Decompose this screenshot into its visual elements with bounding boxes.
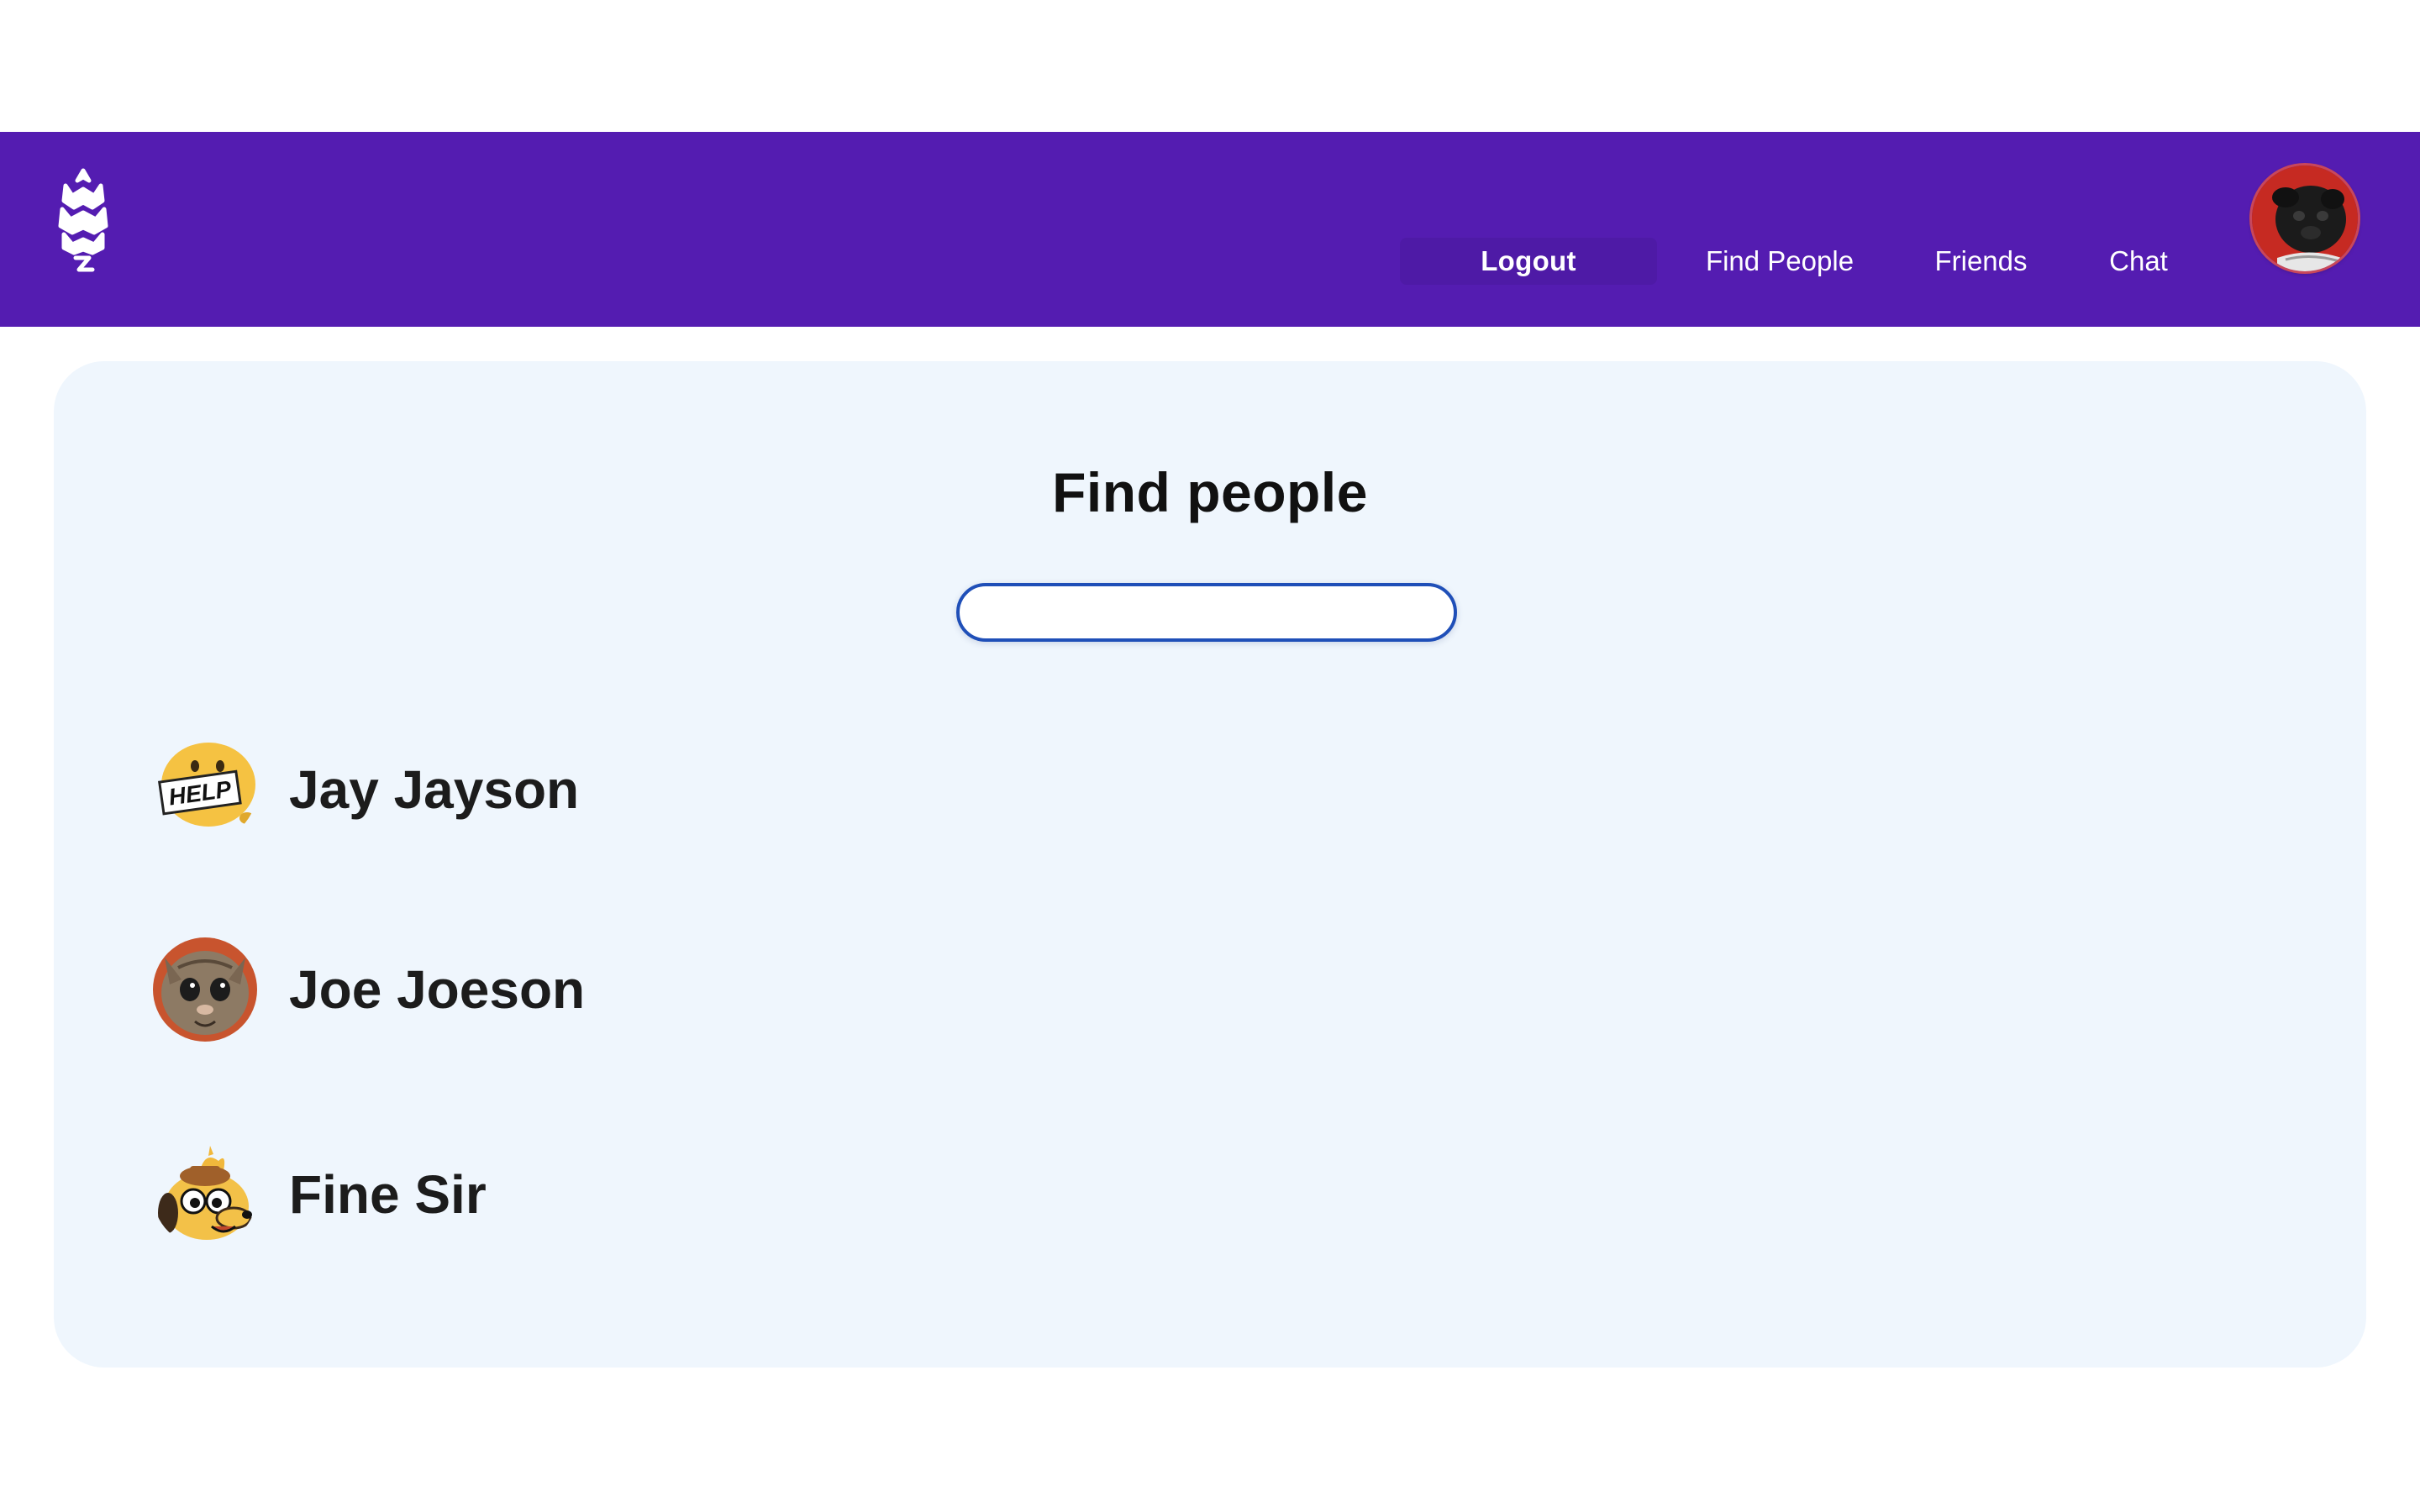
page-title: Find people bbox=[1052, 461, 1368, 523]
dog-this-is-fine-avatar-icon bbox=[153, 1142, 257, 1247]
find-people-link[interactable]: Find People bbox=[1696, 238, 1864, 285]
cat-photo-avatar-icon bbox=[153, 937, 257, 1042]
person-name: Fine Sir bbox=[289, 1164, 487, 1225]
find-people-card: Find people HELP Jay Jayson Joe Joeson F… bbox=[54, 361, 2366, 1368]
search-input[interactable] bbox=[956, 583, 1457, 642]
help-sign-emoji-avatar-icon: HELP bbox=[153, 738, 257, 842]
nav-links: Logout Find People Friends Chat bbox=[0, 132, 2420, 327]
pug-avatar-icon[interactable] bbox=[2252, 165, 2358, 271]
logout-link[interactable]: Logout bbox=[1400, 238, 1657, 285]
page: Logout Find People Friends Chat Find peo… bbox=[0, 0, 2420, 1512]
chat-link[interactable]: Chat bbox=[2092, 238, 2185, 285]
friends-link[interactable]: Friends bbox=[1924, 238, 2038, 285]
person-name: Joe Joeson bbox=[289, 959, 586, 1020]
person-name: Jay Jayson bbox=[289, 759, 580, 820]
top-navbar: Logout Find People Friends Chat bbox=[0, 132, 2420, 327]
